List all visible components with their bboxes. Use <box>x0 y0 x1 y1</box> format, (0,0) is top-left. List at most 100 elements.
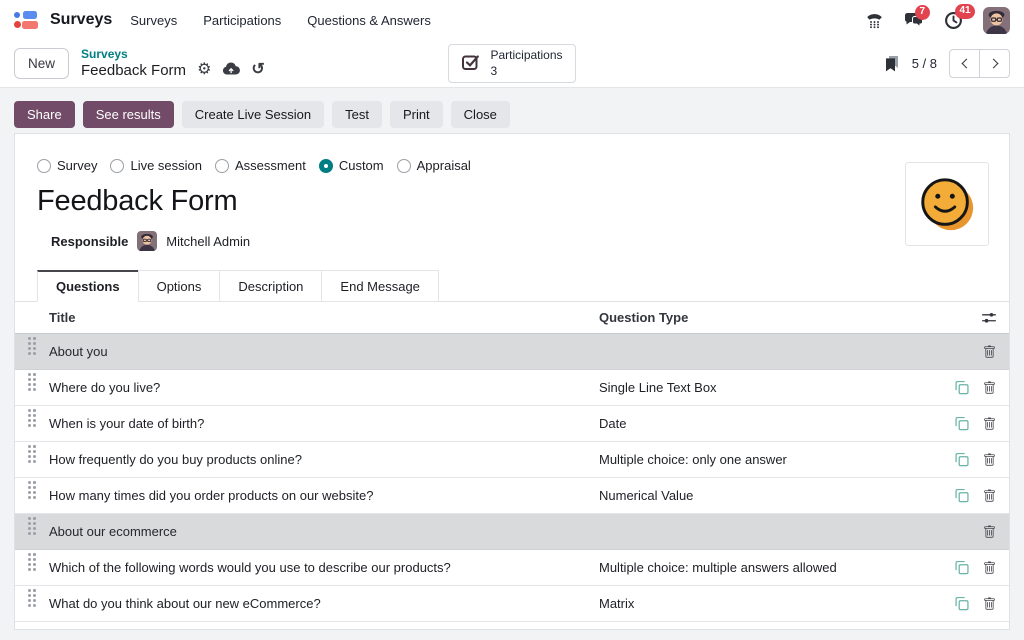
row-title: What do you think about our new eCommerc… <box>49 596 599 611</box>
new-button[interactable]: New <box>14 48 69 79</box>
breadcrumb: Surveys Feedback Form ⚙ ↺ <box>81 48 265 79</box>
radio-unselected-icon <box>397 159 411 173</box>
form-sheet: Survey Live session Assessment Custom Apprai… <box>14 133 1010 630</box>
row-question-type: Matrix <box>599 596 945 611</box>
delete-trash-icon[interactable] <box>983 597 996 611</box>
tab-end-message[interactable]: End Message <box>321 270 439 302</box>
responsible-name[interactable]: Mitchell Admin <box>166 234 250 249</box>
print-button[interactable]: Print <box>390 101 443 128</box>
radio-unselected-icon <box>110 159 124 173</box>
participations-stat-button[interactable]: Participations 3 <box>448 44 575 83</box>
radio-selected-icon <box>319 159 333 173</box>
survey-type-option-survey[interactable]: Survey <box>37 158 97 173</box>
menu-questions-answers[interactable]: Questions & Answers <box>307 13 431 28</box>
create-live-session-button[interactable]: Create Live Session <box>182 101 324 128</box>
survey-type-option-appraisal[interactable]: Appraisal <box>397 158 471 173</box>
questions-table-header: Title Question Type <box>15 302 1009 334</box>
duplicate-copy-icon[interactable] <box>955 416 969 431</box>
app-title[interactable]: Surveys <box>50 11 112 29</box>
drag-handle-icon[interactable] <box>28 445 31 448</box>
pager[interactable]: 5 / 8 <box>912 56 937 71</box>
delete-trash-icon[interactable] <box>983 453 996 467</box>
survey-type-radios: Survey Live session Assessment Custom Apprai… <box>37 158 1009 173</box>
tab-questions[interactable]: Questions <box>37 270 139 302</box>
row-question-type: Multiple choice: only one answer <box>599 452 945 467</box>
notebook-tabs: QuestionsOptionsDescriptionEnd Message <box>15 270 1009 302</box>
pager-previous-button[interactable] <box>949 49 980 78</box>
menu-participations[interactable]: Participations <box>203 13 281 28</box>
row-title: When is your date of birth? <box>49 416 599 431</box>
messages-icon[interactable]: 7 <box>904 12 924 29</box>
stat-label: Participations <box>490 48 562 64</box>
close-button[interactable]: Close <box>451 101 510 128</box>
question-row[interactable]: How frequently do you buy products onlin… <box>15 442 1009 478</box>
delete-trash-icon[interactable] <box>983 417 996 431</box>
radio-unselected-icon <box>215 159 229 173</box>
delete-trash-icon[interactable] <box>983 345 996 359</box>
tab-options[interactable]: Options <box>138 270 221 302</box>
delete-trash-icon[interactable] <box>983 489 996 503</box>
user-avatar[interactable] <box>983 7 1010 34</box>
radio-label: Assessment <box>235 158 306 173</box>
row-question-type: Date <box>599 416 945 431</box>
row-title: Which of the following words would you u… <box>49 560 599 575</box>
save-cloud-icon[interactable] <box>222 62 240 79</box>
section-row[interactable]: About our ecommerce <box>15 514 1009 550</box>
survey-title-field[interactable]: Feedback Form <box>37 183 1009 219</box>
row-title: About our ecommerce <box>49 524 599 539</box>
row-title: About you <box>49 344 599 359</box>
breadcrumb-surveys-link[interactable]: Surveys <box>81 48 265 62</box>
question-row[interactable]: Which of the following words would you u… <box>15 550 1009 586</box>
odoo-apps-logo-icon[interactable] <box>14 9 38 31</box>
question-row[interactable]: When is your date of birth?Date <box>15 406 1009 442</box>
drag-handle-icon[interactable] <box>28 373 31 376</box>
survey-image-field[interactable] <box>905 162 989 246</box>
delete-trash-icon[interactable] <box>983 561 996 575</box>
delete-trash-icon[interactable] <box>983 525 996 539</box>
activities-clock-icon[interactable]: 41 <box>944 11 963 30</box>
test-button[interactable]: Test <box>332 101 382 128</box>
duplicate-copy-icon[interactable] <box>955 380 969 395</box>
row-question-type: Multiple choice: multiple answers allowe… <box>599 560 945 575</box>
survey-type-option-assessment[interactable]: Assessment <box>215 158 306 173</box>
menu-surveys[interactable]: Surveys <box>130 13 177 28</box>
drag-handle-icon[interactable] <box>28 553 31 556</box>
questions-table-body: About you Where do you live?Single Line T… <box>15 334 1009 622</box>
radio-label: Survey <box>57 158 97 173</box>
drag-handle-icon[interactable] <box>28 517 31 520</box>
duplicate-copy-icon[interactable] <box>955 488 969 503</box>
drag-handle-icon[interactable] <box>28 481 31 484</box>
share-button[interactable]: Share <box>14 101 75 128</box>
responsible-avatar <box>137 231 157 251</box>
column-title[interactable]: Title <box>49 310 599 325</box>
survey-type-option-custom[interactable]: Custom <box>319 158 384 173</box>
duplicate-copy-icon[interactable] <box>955 560 969 575</box>
duplicate-copy-icon[interactable] <box>955 452 969 467</box>
action-button-bar: Share See results Create Live Session Te… <box>0 88 1024 133</box>
bookmark-icon[interactable] <box>884 55 900 72</box>
drag-handle-icon[interactable] <box>28 589 31 592</box>
pager-next-button[interactable] <box>979 49 1010 78</box>
voip-phone-icon[interactable] <box>865 11 884 29</box>
stat-value: 3 <box>490 64 562 80</box>
participations-check-icon <box>461 52 481 75</box>
gear-icon[interactable]: ⚙ <box>197 62 211 78</box>
messages-badge: 7 <box>915 5 930 20</box>
section-row[interactable]: About you <box>15 334 1009 370</box>
question-row[interactable]: Where do you live?Single Line Text Box <box>15 370 1009 406</box>
row-title: How many times did you order products on… <box>49 488 599 503</box>
radio-unselected-icon <box>37 159 51 173</box>
discard-undo-icon[interactable]: ↺ <box>251 62 264 78</box>
duplicate-copy-icon[interactable] <box>955 596 969 611</box>
column-question-type[interactable]: Question Type <box>599 310 945 325</box>
tab-description[interactable]: Description <box>219 270 322 302</box>
delete-trash-icon[interactable] <box>983 381 996 395</box>
question-row[interactable]: How many times did you order products on… <box>15 478 1009 514</box>
optional-columns-icon[interactable] <box>982 311 996 325</box>
survey-type-option-live-session[interactable]: Live session <box>110 158 202 173</box>
drag-handle-icon[interactable] <box>28 337 31 340</box>
smiley-face-image <box>916 173 978 235</box>
question-row[interactable]: What do you think about our new eCommerc… <box>15 586 1009 622</box>
see-results-button[interactable]: See results <box>83 101 174 128</box>
drag-handle-icon[interactable] <box>28 409 31 412</box>
